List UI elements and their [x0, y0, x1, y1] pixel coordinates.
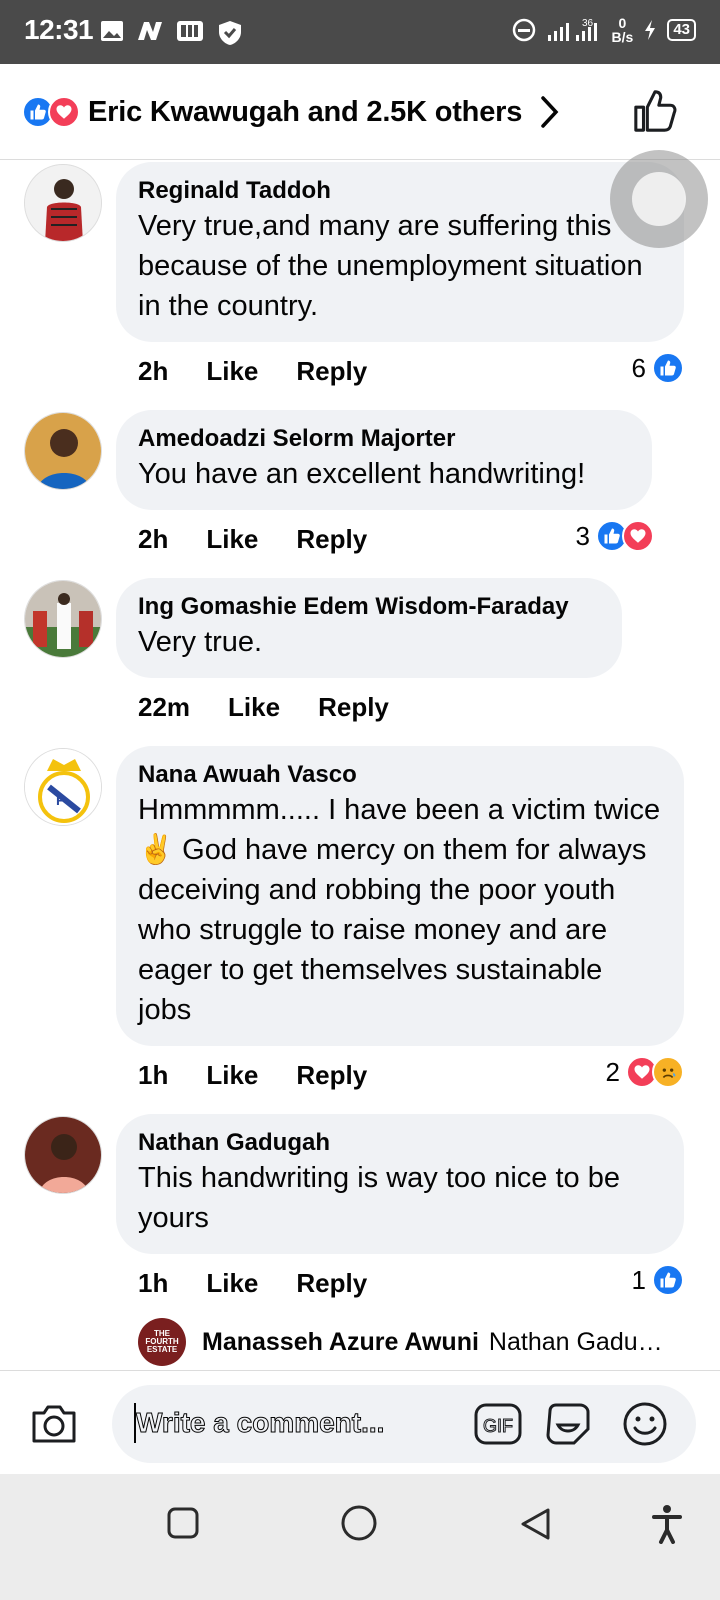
svg-text:36: 36 [582, 18, 594, 29]
circle-nav-icon[interactable] [340, 1504, 378, 1542]
square-nav-icon[interactable] [166, 1506, 200, 1540]
comment-author[interactable]: Reginald Taddoh [138, 176, 662, 206]
gallery-icon [101, 21, 123, 41]
reaction-count[interactable]: 2 [606, 1056, 684, 1088]
shield-icon [219, 21, 241, 45]
comment-text: Very true. [138, 626, 263, 658]
floating-assistive-button[interactable] [610, 150, 708, 248]
comment-author[interactable]: Nana Awuah Vasco [138, 760, 662, 790]
accessibility-icon[interactable] [652, 1504, 682, 1544]
comment-bubble[interactable]: Ing Gomashie Edem Wisdom-Faraday Very tr… [116, 578, 622, 678]
reply-button[interactable]: Reply [296, 356, 367, 387]
thumbs-up-icon[interactable] [632, 88, 678, 134]
comment-author[interactable]: Amedoadzi Selorm Majorter [138, 424, 630, 454]
like-icon [652, 352, 684, 384]
p-app-icon [177, 21, 203, 41]
avatar[interactable] [24, 164, 102, 242]
comment-bubble[interactable]: Amedoadzi Selorm Majorter You have an ex… [116, 410, 652, 510]
status-time: 12:31 [24, 14, 94, 45]
reply-author[interactable]: Manasseh Azure Awuni [202, 1328, 479, 1357]
like-button[interactable]: Like [206, 356, 258, 387]
reactions-header: Eric Kwawugah and 2.5K others [0, 64, 720, 160]
avatar[interactable]: F [24, 748, 102, 826]
comment-time: 1h [138, 1268, 169, 1298]
like-icon [652, 1264, 684, 1296]
comment-actions: 2h Like Reply [138, 524, 405, 555]
comment-bubble[interactable]: Nathan Gadugah This handwriting is way t… [116, 1114, 684, 1254]
comment-bubble[interactable]: Reginald Taddoh Very true,and many are s… [116, 162, 684, 342]
reactions-text: Eric Kwawugah and 2.5K others [88, 95, 523, 128]
comment-text: Hmmmmm..... I have been a victim twice ✌… [138, 794, 661, 1026]
comment-author[interactable]: Nathan Gadugah [138, 1128, 662, 1158]
sad-icon [652, 1056, 684, 1088]
like-button[interactable]: Like [206, 524, 258, 555]
reply-preview[interactable]: THE FOURTH ESTATE Manasseh Azure Awuni N… [138, 1318, 698, 1366]
avatar[interactable] [24, 1116, 102, 1194]
comment-input[interactable]: Write a comment... GIF [112, 1385, 696, 1463]
charging-icon [645, 20, 656, 40]
reaction-count[interactable]: 6 [632, 352, 684, 384]
avatar[interactable] [24, 412, 102, 490]
comment-time: 22m [138, 692, 191, 722]
svg-text:F: F [56, 792, 65, 808]
status-bar: 12:31 36 0 B/s 43 [0, 0, 720, 64]
system-nav-bar [0, 1474, 720, 1600]
network-speed: 0 B/s [611, 15, 634, 45]
avatar[interactable] [24, 580, 102, 658]
camera-icon[interactable] [30, 1403, 78, 1445]
reaction-count[interactable]: 1 [632, 1264, 684, 1296]
comment-placeholder: Write a comment... [135, 1407, 385, 1439]
comment-actions: 1h Like Reply [138, 1268, 405, 1299]
comment-text: You have an excellent handwriting! [138, 458, 586, 490]
n-app-icon [138, 22, 162, 40]
comment-bubble[interactable]: Nana Awuah Vasco Hmmmmm..... I have been… [116, 746, 684, 1046]
comment-time: 2h [138, 356, 169, 386]
reply-button[interactable]: Reply [318, 692, 389, 723]
comment-author[interactable]: Ing Gomashie Edem Wisdom-Faraday [138, 592, 600, 622]
battery-level: 43 [667, 19, 696, 41]
comment-text: This handwriting is way too nice to be y… [138, 1162, 620, 1234]
comment-actions: 2h Like Reply [138, 356, 405, 387]
comment-time: 1h [138, 1060, 169, 1090]
reply-button[interactable]: Reply [296, 1268, 367, 1299]
love-icon [622, 520, 654, 552]
sticker-icon[interactable] [544, 1401, 592, 1447]
avatar[interactable]: THE FOURTH ESTATE [138, 1318, 186, 1366]
reaction-count[interactable]: 3 [576, 520, 654, 552]
dnd-icon [512, 18, 535, 42]
like-button[interactable]: Like [206, 1060, 258, 1091]
signal-icon: 36 [547, 18, 597, 41]
like-button[interactable]: Like [206, 1268, 258, 1299]
emoji-icon[interactable] [622, 1401, 668, 1447]
reactions-summary[interactable]: Eric Kwawugah and 2.5K others [22, 90, 560, 134]
comment-composer: Write a comment... GIF [0, 1370, 720, 1474]
status-right: 36 0 B/s 43 [512, 16, 696, 44]
reply-text: Nathan Gadu… [488, 1327, 663, 1356]
reply-button[interactable]: Reply [296, 1060, 367, 1091]
love-icon [48, 96, 80, 128]
svg-text:GIF: GIF [483, 1416, 513, 1436]
comment-time: 2h [138, 524, 169, 554]
comment-actions: 1h Like Reply [138, 1060, 405, 1091]
chevron-right-icon[interactable] [540, 95, 560, 129]
comment-text: Very true,and many are suffering this be… [138, 210, 643, 322]
reply-button[interactable]: Reply [296, 524, 367, 555]
comment-actions: 22m Like Reply [138, 692, 427, 723]
like-button[interactable]: Like [228, 692, 280, 723]
gif-icon[interactable]: GIF [474, 1403, 522, 1445]
back-nav-icon[interactable] [518, 1506, 552, 1542]
